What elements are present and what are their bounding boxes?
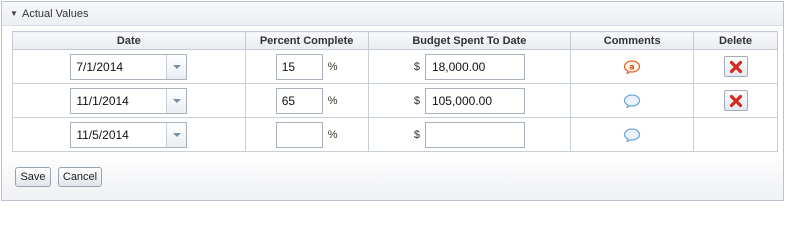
budget-input[interactable]: 105,000.00 [424, 87, 525, 114]
panel-header[interactable]: ▼ Actual Values [2, 2, 783, 26]
speech-bubble-icon[interactable] [623, 127, 641, 142]
svg-text:a: a [629, 62, 634, 71]
header-comments: Comments [570, 31, 695, 50]
chevron-down-icon[interactable] [166, 88, 187, 113]
delete-x-icon [729, 60, 742, 73]
delete-button[interactable] [723, 56, 748, 77]
save-button[interactable]: Save [15, 167, 51, 187]
table-header-row: Date Percent Complete Budget Spent To Da… [12, 31, 778, 50]
delete-x-icon [729, 94, 742, 107]
actual-values-table: Date Percent Complete Budget Spent To Da… [12, 31, 778, 152]
date-value[interactable]: 11/5/2014 [71, 123, 166, 147]
cancel-button[interactable]: Cancel [58, 167, 102, 187]
delete-button[interactable] [723, 90, 748, 111]
percent-input[interactable] [275, 121, 323, 148]
header-date: Date [12, 31, 246, 50]
table-row: 7/1/2014 15 % $ 18,000.00 a [12, 49, 778, 84]
percent-sign: % [327, 60, 338, 73]
date-picker[interactable]: 11/1/2014 [70, 87, 188, 114]
chevron-down-icon[interactable] [166, 122, 187, 147]
header-delete: Delete [693, 31, 778, 50]
table-row: 11/5/2014 % $ [12, 117, 778, 152]
header-budget-spent: Budget Spent To Date [367, 31, 572, 50]
table-row: 11/1/2014 65 % $ 105,000.00 [12, 83, 778, 118]
budget-input[interactable] [424, 121, 525, 148]
panel-title: Actual Values [22, 7, 89, 20]
speech-bubble-icon[interactable] [623, 93, 641, 108]
currency-symbol: $ [413, 60, 420, 73]
date-value[interactable]: 11/1/2014 [71, 89, 166, 113]
budget-input[interactable]: 18,000.00 [424, 53, 525, 80]
percent-input[interactable]: 15 [275, 53, 323, 80]
currency-symbol: $ [413, 128, 420, 141]
comment-icon-new[interactable]: a [623, 59, 641, 74]
triangle-down-icon[interactable]: ▼ [10, 9, 20, 18]
date-value[interactable]: 7/1/2014 [71, 55, 166, 79]
percent-sign: % [327, 94, 338, 107]
header-percent-complete: Percent Complete [244, 31, 369, 50]
chevron-down-icon[interactable] [166, 54, 187, 79]
date-picker[interactable]: 7/1/2014 [70, 53, 188, 80]
percent-sign: % [327, 128, 338, 141]
percent-input[interactable]: 65 [275, 87, 323, 114]
currency-symbol: $ [413, 94, 420, 107]
date-picker[interactable]: 11/5/2014 [70, 121, 188, 148]
